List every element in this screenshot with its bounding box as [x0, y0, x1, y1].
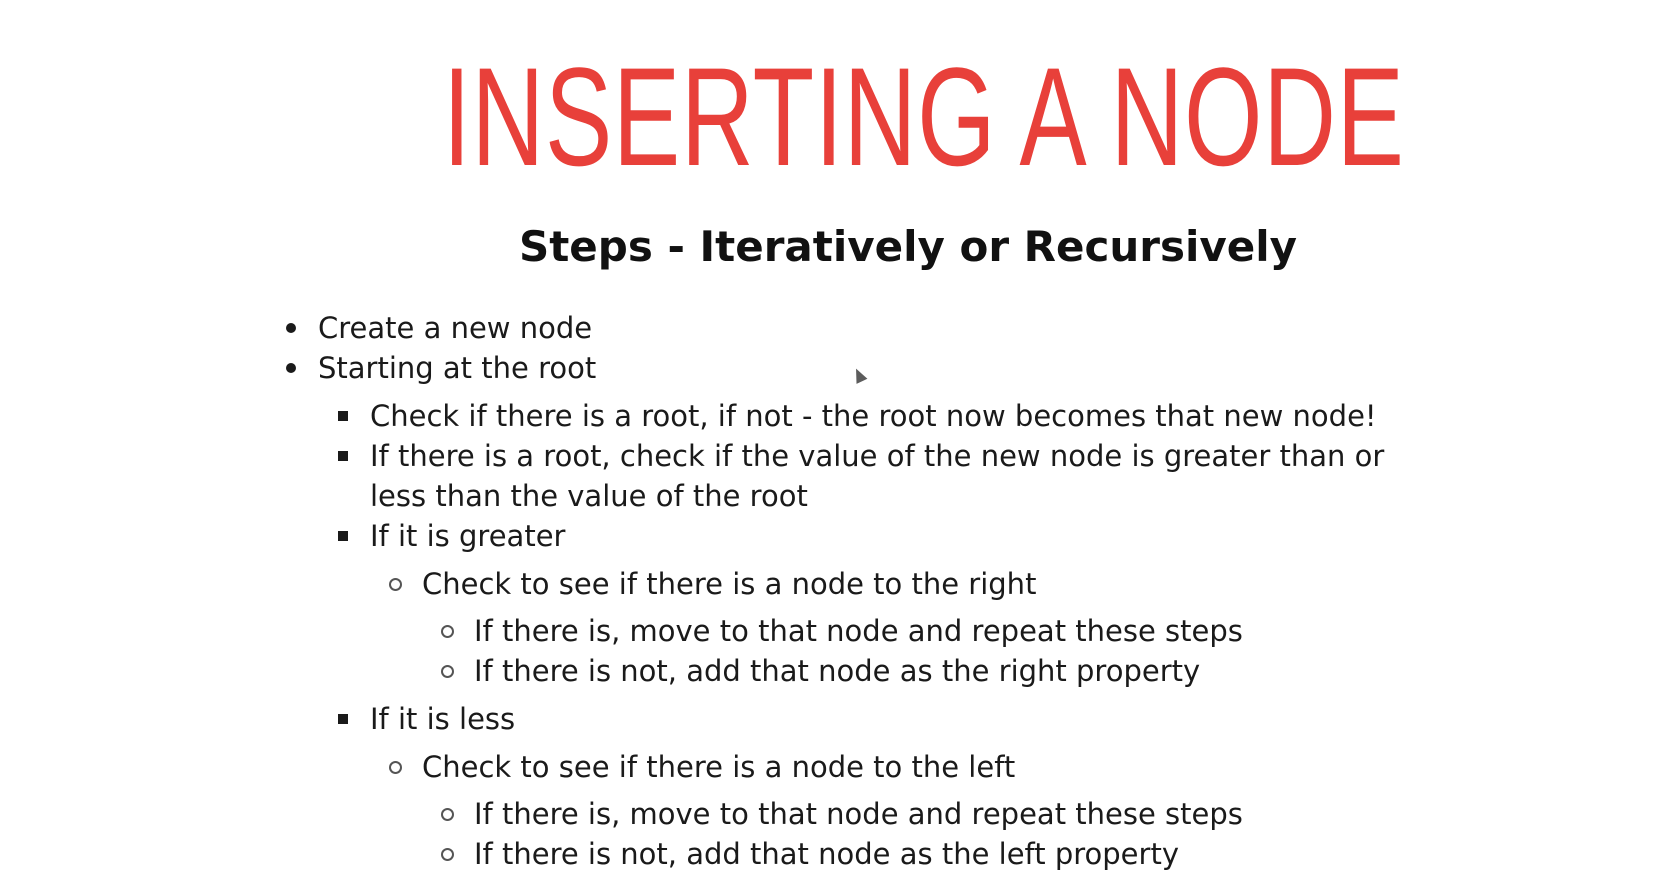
circle-bullet-icon: [441, 625, 454, 638]
circle-bullet-icon: [441, 665, 454, 678]
list-item: If there is not, add that node as the le…: [441, 835, 1179, 873]
list-item-text: Check if there is a root, if not - the r…: [370, 399, 1377, 433]
list-item-text: If there is a root, check if the value o…: [370, 439, 1385, 473]
square-bullet-icon: [338, 714, 348, 724]
disc-bullet-icon: [286, 323, 296, 333]
list-item-text: Starting at the root: [318, 351, 597, 385]
list-item-text: If it is greater: [370, 519, 566, 553]
list-item-text: Create a new node: [318, 311, 593, 345]
list-item: If there is, move to that node and repea…: [441, 612, 1243, 650]
bullet-list: Create a new node Starting at the root C…: [0, 0, 1673, 878]
list-item: If there is, move to that node and repea…: [441, 795, 1243, 833]
list-item-text: If there is not, add that node as the ri…: [474, 654, 1201, 688]
list-item: If there is not, add that node as the ri…: [441, 652, 1201, 690]
list-item-text: less than the value of the root: [370, 479, 808, 513]
list-item-text: If it is less: [370, 702, 516, 736]
list-item: If there is a root, check if the value o…: [338, 437, 1385, 475]
square-bullet-icon: [338, 411, 348, 421]
list-item-text: Check to see if there is a node to the l…: [422, 750, 1016, 784]
list-item-text: Check to see if there is a node to the r…: [422, 567, 1037, 601]
list-item-continuation: less than the value of the root: [370, 477, 808, 515]
circle-bullet-icon: [389, 578, 402, 591]
list-item: Starting at the root: [286, 349, 597, 387]
list-item: If it is greater: [338, 517, 566, 555]
slide: INSERTING A NODE Steps - Iteratively or …: [0, 0, 1673, 878]
list-item-text: If there is, move to that node and repea…: [474, 614, 1243, 648]
list-item: If it is less: [338, 700, 516, 738]
circle-bullet-icon: [389, 761, 402, 774]
list-item: Check to see if there is a node to the r…: [389, 565, 1037, 603]
list-item-text: If there is not, add that node as the le…: [474, 837, 1179, 871]
disc-bullet-icon: [286, 363, 296, 373]
circle-bullet-icon: [441, 848, 454, 861]
list-item: Create a new node: [286, 309, 593, 347]
list-item-text: If there is, move to that node and repea…: [474, 797, 1243, 831]
list-item: Check to see if there is a node to the l…: [389, 748, 1016, 786]
square-bullet-icon: [338, 451, 348, 461]
circle-bullet-icon: [441, 808, 454, 821]
square-bullet-icon: [338, 531, 348, 541]
list-item: Check if there is a root, if not - the r…: [338, 397, 1377, 435]
